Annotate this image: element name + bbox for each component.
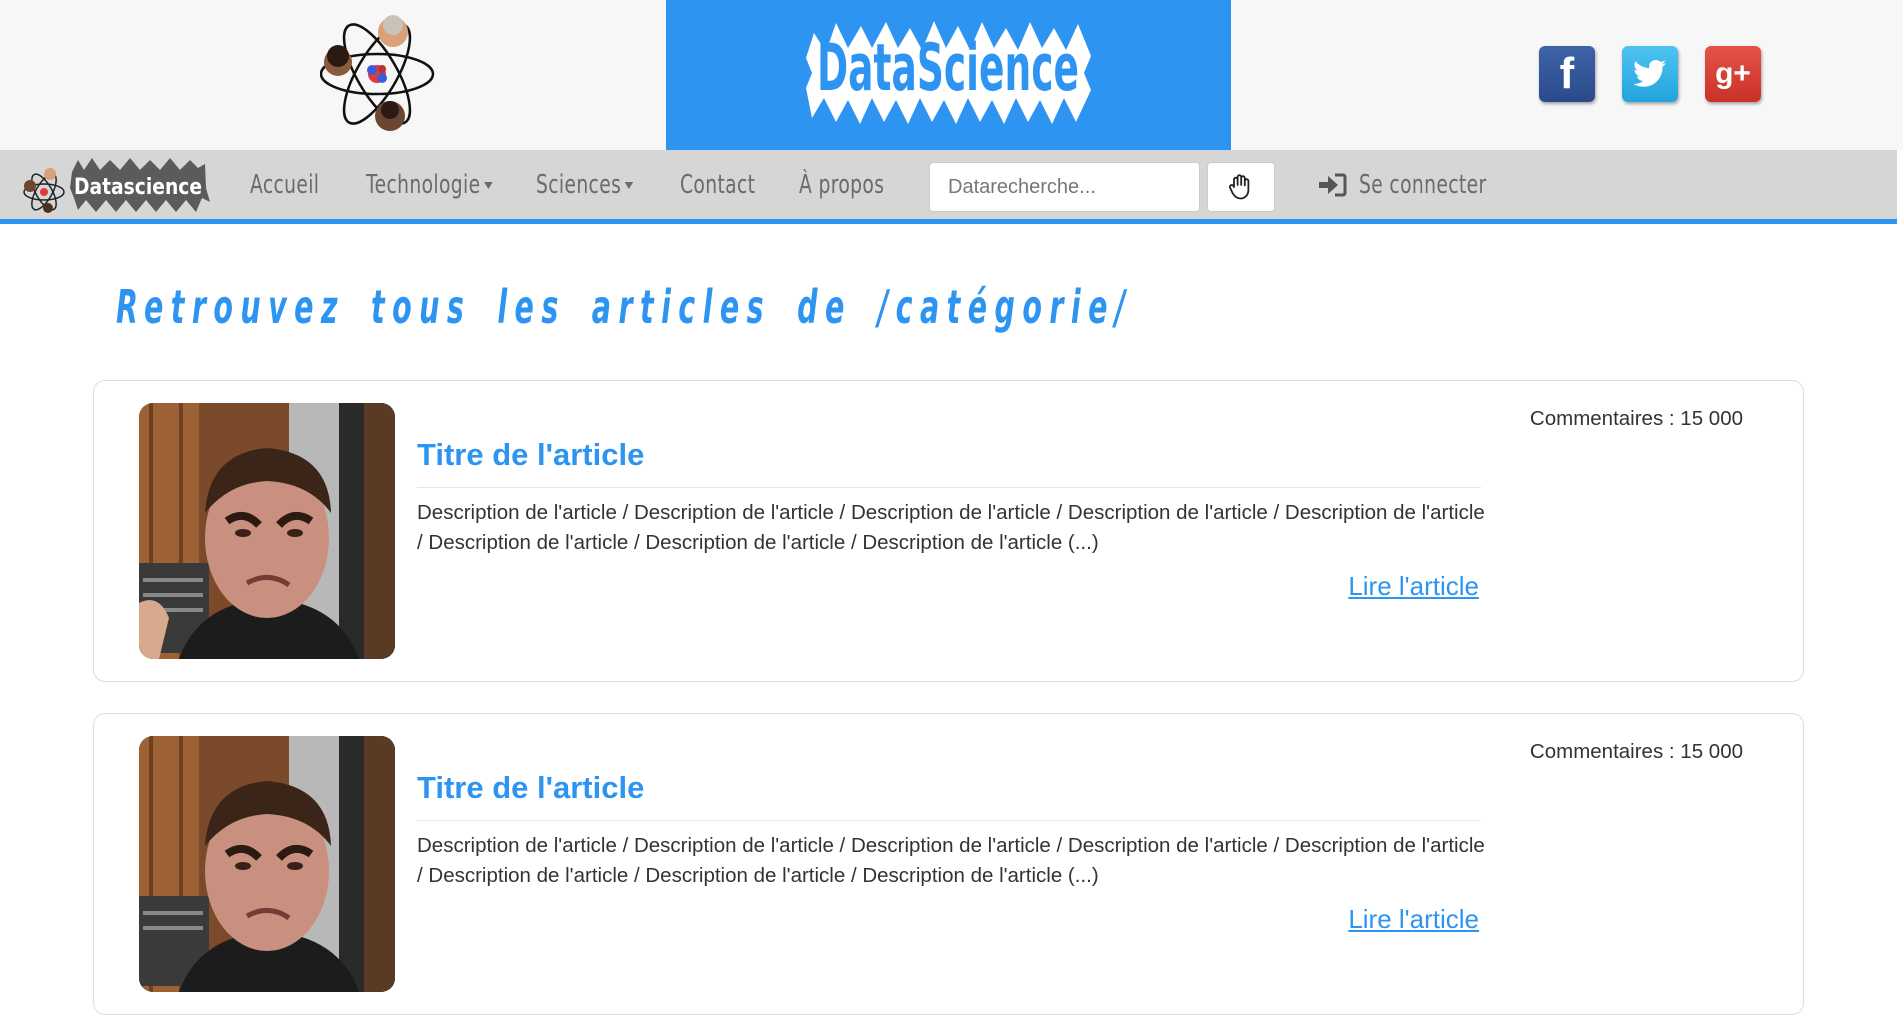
nav-accueil[interactable]: Accueil [250, 170, 319, 200]
article-title[interactable]: Titre de l'article [417, 770, 644, 806]
sign-in-icon [1319, 173, 1347, 197]
title-divider [417, 820, 1481, 821]
read-article-link[interactable]: Lire l'article [1348, 571, 1479, 602]
article-card: Titre de l'article Description de l'arti… [93, 380, 1804, 682]
navbar: Datascience Accueil Technologie Sciences… [0, 150, 1897, 224]
article-thumbnail[interactable] [139, 736, 395, 992]
nav-logo-text: Datascience [74, 175, 202, 200]
caret-down-icon [484, 182, 493, 189]
nav-sciences[interactable]: Sciences [536, 170, 634, 200]
top-header: DataScience f g+ [0, 0, 1903, 150]
nav-accueil-label: Accueil [250, 170, 320, 200]
nav-logo[interactable]: Datascience [20, 158, 210, 214]
comments-count: Commentaires : 15 000 [1529, 740, 1743, 763]
page-heading: Retrouvez tous les articles de /catégori… [116, 280, 1133, 334]
login-label: Se connecter [1359, 170, 1487, 200]
comments-count: Commentaires : 15 000 [1529, 407, 1743, 430]
google-plus-icon: g+ [1715, 57, 1751, 90]
nav-sciences-label: Sciences [536, 170, 622, 200]
twitter-icon [1633, 60, 1666, 87]
brand-text: DataScience [817, 31, 1079, 106]
search-input[interactable] [929, 162, 1200, 212]
atom-logo[interactable] [320, 10, 435, 138]
title-divider [417, 487, 1481, 488]
caret-down-icon [624, 182, 634, 189]
article-thumbnail[interactable] [139, 403, 395, 659]
article-description: Description de l'article / Description d… [417, 834, 1485, 887]
facebook-button[interactable]: f [1539, 46, 1595, 102]
nav-contact-label: Contact [680, 170, 756, 200]
article-card: Titre de l'article Description de l'arti… [93, 713, 1804, 1015]
nav-contact[interactable]: Contact [680, 170, 755, 200]
article-title[interactable]: Titre de l'article [417, 437, 644, 473]
nav-technologie[interactable]: Technologie [366, 170, 493, 200]
twitter-button[interactable] [1622, 46, 1678, 102]
nav-a-propos[interactable]: À propos [799, 170, 884, 200]
search-button[interactable] [1207, 162, 1275, 212]
brand-banner[interactable]: DataScience [666, 0, 1231, 150]
hand-icon [1228, 174, 1250, 200]
nav-technologie-label: Technologie [366, 170, 481, 200]
datascience-logo: DataScience [806, 21, 1091, 124]
facebook-icon: f [1559, 49, 1575, 98]
read-article-link[interactable]: Lire l'article [1348, 904, 1479, 935]
nav-a-propos-label: À propos [799, 170, 885, 200]
login-link[interactable]: Se connecter [1319, 170, 1536, 200]
google-plus-button[interactable]: g+ [1705, 46, 1761, 102]
article-description: Description de l'article / Description d… [417, 501, 1485, 554]
